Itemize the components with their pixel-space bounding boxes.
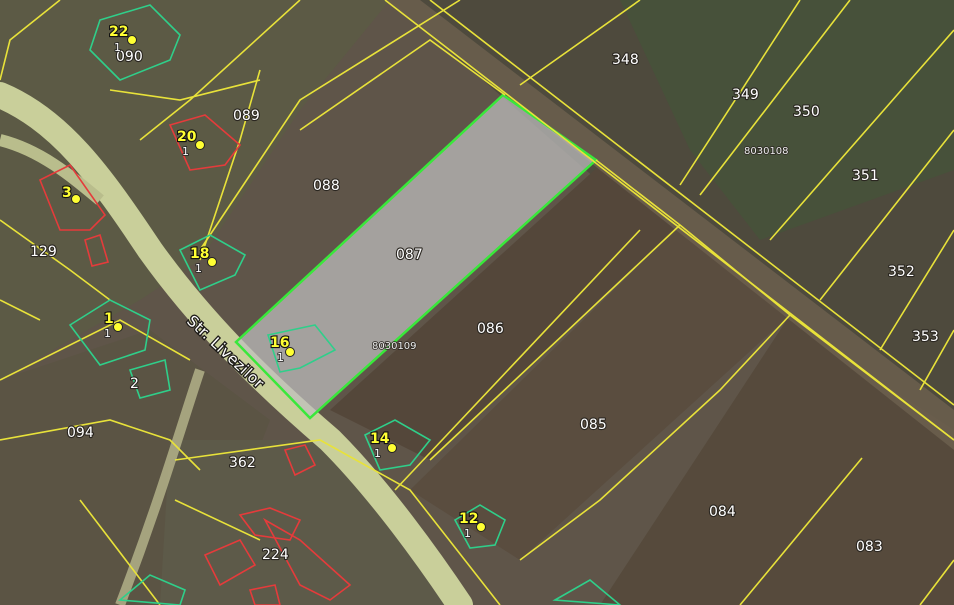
- house-marker-dot: [113, 322, 123, 332]
- parcel-348-label: 348: [612, 52, 639, 68]
- parcel-083-label: 083: [856, 539, 883, 555]
- map-view[interactable]: 348 349 350 351 352 353 090 089 088 087 …: [0, 0, 954, 605]
- parcel-2-label: 2: [130, 376, 139, 392]
- house-sub-label: 1: [277, 351, 284, 364]
- parcel-349-label: 349: [732, 87, 759, 103]
- parcel-353-label: 353: [912, 329, 939, 345]
- parcel-089-label: 089: [233, 108, 260, 124]
- sector-code-8030108: 8030108: [744, 146, 789, 157]
- parcel-362-label: 362: [229, 455, 256, 471]
- house-number-label: 14: [370, 431, 390, 447]
- house-sub-label: 1: [104, 327, 111, 340]
- sector-code-8030109: 8030109: [372, 341, 417, 352]
- parcel-350-label: 350: [793, 104, 820, 120]
- house-marker-dot: [127, 35, 137, 45]
- house-number-label: 3: [62, 185, 72, 201]
- parcel-351-label: 351: [852, 168, 879, 184]
- house-marker-dot: [195, 140, 205, 150]
- house-number-label: 20: [177, 129, 197, 145]
- house-sub-label: 1: [114, 41, 121, 54]
- parcel-086-label: 086: [477, 321, 504, 337]
- house-number-label: 1: [104, 311, 114, 327]
- parcel-084-label: 084: [709, 504, 736, 520]
- cadastral-map[interactable]: 348 349 350 351 352 353 090 089 088 087 …: [0, 0, 954, 605]
- house-sub-label: 1: [182, 145, 189, 158]
- house-number-label: 16: [270, 335, 289, 351]
- parcel-352-label: 352: [888, 264, 915, 280]
- parcel-129-label: 129: [30, 244, 57, 260]
- house-sub-label: 1: [195, 262, 202, 275]
- house-number-label: 18: [190, 246, 209, 262]
- parcel-085-label: 085: [580, 417, 607, 433]
- parcel-088-label: 088: [313, 178, 340, 194]
- house-number-label: 22: [109, 24, 128, 40]
- house-number-label: 12: [459, 511, 478, 527]
- parcel-094-label: 094: [67, 425, 94, 441]
- house-sub-label: 1: [374, 447, 381, 460]
- house-sub-label: 1: [464, 527, 471, 540]
- parcel-087-label: 087: [396, 247, 423, 263]
- house-marker-dot: [71, 194, 81, 204]
- parcel-224-label: 224: [262, 547, 289, 563]
